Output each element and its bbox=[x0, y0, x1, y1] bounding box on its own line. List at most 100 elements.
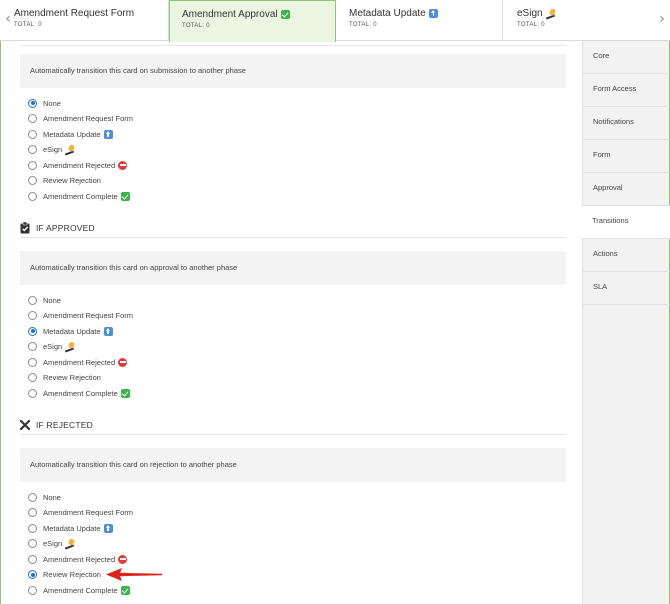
radio-label: None bbox=[43, 492, 61, 502]
phase-tab-amendment-request-form[interactable]: Amendment Request Form TOTAL: 0 bbox=[0, 0, 169, 41]
sidebar-item-approval[interactable]: Approval bbox=[583, 173, 670, 206]
radio-option[interactable]: Amendment Request Form bbox=[28, 506, 133, 520]
radio-label: None bbox=[43, 98, 61, 108]
x-icon bbox=[20, 419, 31, 431]
sidebar-item-transitions[interactable]: Transitions bbox=[582, 206, 670, 239]
radio-button[interactable] bbox=[28, 114, 37, 123]
radio-button[interactable] bbox=[28, 554, 37, 564]
radio-button[interactable] bbox=[28, 539, 37, 548]
phase-tab-metadata-update[interactable]: Metadata Update TOTAL: 0 bbox=[336, 0, 503, 41]
up-arrow-icon bbox=[428, 8, 438, 18]
submission-description: Automatically transition this card on su… bbox=[20, 54, 566, 88]
approved-description: Automatically transition this card on ap… bbox=[20, 251, 566, 285]
phase-tab-bar: ‹ Amendment Request Form TOTAL: 0 Amendm… bbox=[0, 0, 670, 42]
divider bbox=[20, 45, 566, 46]
if-rejected-title: IF REJECTED bbox=[36, 419, 93, 430]
radio-button[interactable] bbox=[28, 585, 37, 595]
phase-tab-name-row: Amendment Approval bbox=[182, 9, 335, 20]
radio-label: Metadata Update bbox=[43, 326, 101, 336]
check-icon bbox=[120, 388, 130, 398]
radio-label: Amendment Rejected bbox=[43, 160, 116, 170]
transitions-panel: Automatically transition this card on su… bbox=[20, 41, 566, 604]
radio-option[interactable]: Amendment Rejected bbox=[28, 355, 128, 369]
radio-label: Amendment Request Form bbox=[43, 508, 134, 517]
radio-option[interactable]: Review Rejection bbox=[28, 568, 101, 582]
radio-label: Amendment Request Form bbox=[43, 114, 134, 123]
writing-hand-icon bbox=[65, 342, 76, 351]
radio-button[interactable] bbox=[28, 191, 37, 201]
radio-button[interactable] bbox=[28, 176, 37, 185]
up-arrow-icon bbox=[103, 129, 113, 139]
radio-option[interactable]: Amendment Rejected bbox=[28, 158, 128, 172]
phase-tab-total: TOTAL: 0 bbox=[14, 22, 42, 28]
radio-button[interactable] bbox=[28, 311, 37, 320]
radio-label: None bbox=[43, 295, 61, 305]
writing-hand-icon bbox=[65, 145, 76, 154]
sidebar-item-form-access[interactable]: Form Access bbox=[583, 74, 670, 107]
radio-label: eSign bbox=[43, 342, 63, 351]
clipboard-check-icon bbox=[20, 221, 30, 234]
rejected-description: Automatically transition this card on re… bbox=[20, 448, 566, 482]
radio-label: Amendment Request Form bbox=[43, 311, 134, 320]
radio-option[interactable]: eSign bbox=[28, 340, 76, 354]
check-icon bbox=[280, 9, 290, 19]
phase-tab-name: Amendment Request Form bbox=[14, 8, 135, 19]
radio-button[interactable] bbox=[28, 145, 37, 154]
radio-option[interactable]: Amendment Complete bbox=[28, 386, 130, 400]
radio-button[interactable] bbox=[28, 492, 37, 502]
radio-button[interactable] bbox=[28, 342, 37, 351]
radio-option[interactable]: eSign bbox=[28, 143, 76, 157]
no-entry-icon bbox=[118, 554, 128, 564]
radio-label: Amendment Rejected bbox=[43, 357, 116, 367]
phase-tab-name: eSign bbox=[517, 8, 543, 19]
radio-option[interactable]: Metadata Update bbox=[28, 324, 113, 338]
radio-option[interactable]: Review Rejection bbox=[28, 371, 101, 385]
settings-sidebar: Core Form Access Notifications Form Approval… bbox=[582, 41, 670, 604]
radio-button[interactable] bbox=[28, 570, 37, 579]
sidebar-item-core[interactable]: Core bbox=[583, 41, 670, 74]
phase-tab-esign[interactable]: eSign TOTAL: 0 bbox=[503, 0, 670, 41]
up-arrow-icon bbox=[103, 523, 113, 533]
radio-option[interactable]: Metadata Update bbox=[28, 127, 113, 141]
radio-option[interactable]: eSign bbox=[28, 537, 76, 551]
up-arrow-icon bbox=[103, 326, 113, 336]
phase-tab-name: Metadata Update bbox=[349, 8, 426, 19]
radio-button[interactable] bbox=[28, 160, 37, 170]
phase-tab-name-row: eSign bbox=[517, 8, 670, 19]
phase-tab-amendment-approval[interactable]: Amendment Approval TOTAL: 0 bbox=[169, 0, 336, 42]
radio-option[interactable]: Amendment Request Form bbox=[28, 309, 133, 323]
radio-option[interactable]: Amendment Rejected bbox=[28, 552, 128, 566]
radio-button[interactable] bbox=[28, 523, 37, 533]
sidebar-item-notifications[interactable]: Notifications bbox=[583, 107, 670, 140]
writing-hand-icon bbox=[546, 9, 557, 18]
radio-button[interactable] bbox=[28, 326, 37, 336]
radio-option[interactable]: Amendment Request Form bbox=[28, 112, 133, 126]
radio-option[interactable]: None bbox=[28, 490, 61, 504]
radio-button[interactable] bbox=[28, 357, 37, 367]
radio-option[interactable]: Amendment Complete bbox=[28, 583, 130, 597]
if-approved-title: IF APPROVED bbox=[36, 222, 95, 233]
radio-option[interactable]: None bbox=[28, 293, 61, 307]
radio-button[interactable] bbox=[28, 388, 37, 398]
radio-button[interactable] bbox=[28, 508, 37, 517]
radio-option[interactable]: None bbox=[28, 96, 61, 110]
radio-option[interactable]: Review Rejection bbox=[28, 174, 101, 188]
radio-button[interactable] bbox=[28, 373, 37, 382]
radio-label: eSign bbox=[43, 145, 63, 154]
radio-label: Amendment Rejected bbox=[43, 554, 116, 564]
radio-option[interactable]: Metadata Update bbox=[28, 521, 113, 535]
sidebar-item-actions[interactable]: Actions bbox=[583, 239, 670, 272]
radio-button[interactable] bbox=[28, 98, 37, 108]
sidebar-item-sla[interactable]: SLA bbox=[583, 272, 670, 305]
no-entry-icon bbox=[118, 160, 128, 170]
radio-button[interactable] bbox=[28, 129, 37, 139]
radio-button[interactable] bbox=[28, 295, 37, 305]
radio-label: Review Rejection bbox=[43, 570, 101, 579]
chevron-right-icon[interactable]: › bbox=[656, 10, 668, 28]
phase-tab-total: TOTAL: 0 bbox=[349, 22, 377, 28]
writing-hand-icon bbox=[65, 539, 76, 548]
phase-tab-name-row: Metadata Update bbox=[349, 8, 502, 19]
phase-tab-name: Amendment Approval bbox=[182, 9, 278, 20]
radio-option[interactable]: Amendment Complete bbox=[28, 189, 130, 203]
sidebar-item-form[interactable]: Form bbox=[583, 140, 670, 173]
